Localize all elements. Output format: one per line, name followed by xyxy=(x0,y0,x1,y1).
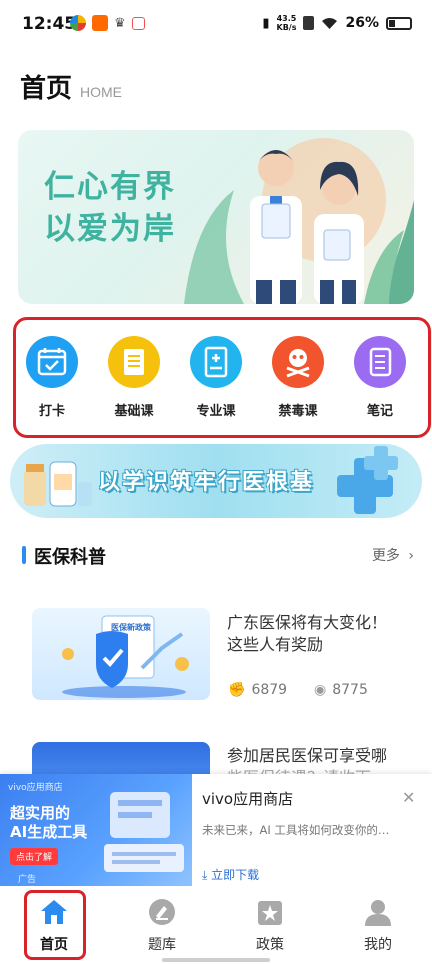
promo-banner-text: 以学识筑牢行医根基 xyxy=(98,470,315,495)
more-link[interactable]: 更多 › xyxy=(372,545,414,565)
page-subtitle: HOME xyxy=(80,84,122,100)
document-plus-icon xyxy=(190,336,242,388)
sim-off-icon xyxy=(303,16,315,30)
like-icon: ✊ xyxy=(228,682,246,698)
ad-headline-line2: AI生成工具 xyxy=(10,823,88,841)
book-icon xyxy=(108,336,160,388)
ad-headline: 超实用的 AI生成工具 xyxy=(10,804,87,842)
quick-action-label: 笔记 xyxy=(366,404,393,419)
ad-cta-chip: 点击了解 xyxy=(10,848,59,865)
ad-brand: vivo应用商店 xyxy=(8,783,63,793)
ad-headline-line1: 超实用的 xyxy=(10,804,71,822)
network-speed-value: 43.5 xyxy=(276,14,297,23)
battery-percent: 26% xyxy=(345,15,379,31)
skull-crossbones-icon xyxy=(272,336,324,388)
ad-image: vivo应用商店 超实用的 AI生成工具 点击了解 广告 xyxy=(0,774,192,886)
quick-action-basic-course[interactable]: 基础课 xyxy=(96,336,172,419)
ai-tools-illustration xyxy=(104,792,184,872)
person-icon xyxy=(365,900,391,926)
network-speed: 43.5 KB/s xyxy=(277,14,297,32)
calendar-check-icon xyxy=(26,336,78,388)
policy-star-icon xyxy=(258,901,282,925)
quick-action-professional-course[interactable]: 专业课 xyxy=(178,336,254,419)
section-header: 医保科普 更多 › xyxy=(22,543,418,568)
quick-action-notes[interactable]: 笔记 xyxy=(342,336,418,419)
likes-stat: ✊ 6879 xyxy=(228,682,287,698)
notebook-icon xyxy=(354,336,406,388)
quick-action-anti-drug-course[interactable]: 禁毒课 xyxy=(260,336,336,419)
likes-count: 6879 xyxy=(251,682,288,698)
status-time: 12:45 xyxy=(22,14,77,34)
views-stat: ◉ 8775 xyxy=(314,682,368,698)
close-icon[interactable]: ✕ xyxy=(402,788,415,807)
vibrate-icon: ▮ xyxy=(262,15,270,31)
ad-title: vivo应用商店 xyxy=(202,790,294,808)
hero-slogan-line2: 以爱为岸 xyxy=(44,211,176,247)
medical-cross-illustration xyxy=(337,446,398,514)
section-title: 医保科普 xyxy=(34,547,106,568)
hero-slogan-line1: 仁心有界 xyxy=(44,169,176,205)
tab-question-bank[interactable]: 题库 xyxy=(132,898,192,954)
quick-action-label: 专业课 xyxy=(196,404,236,419)
ad-tag: 广告 xyxy=(18,875,37,885)
more-label: 更多 xyxy=(371,548,400,564)
chevron-right-icon: › xyxy=(408,548,414,564)
article-title-line2: 这些人有奖励 xyxy=(227,635,324,654)
home-tab-highlight xyxy=(24,890,86,960)
quick-action-checkin[interactable]: 打卡 xyxy=(14,336,90,419)
article-title: 广东医保将有大变化！ 这些人有奖励 xyxy=(227,612,387,656)
eye-icon: ◉ xyxy=(314,682,327,698)
app-notification-icon xyxy=(92,15,108,31)
network-speed-unit: KB/s xyxy=(276,23,297,32)
tab-label: 我的 xyxy=(364,937,392,953)
download-label: 立即下载 xyxy=(211,868,260,882)
app-notification-icon xyxy=(131,16,145,30)
article-thumbnail-label: 医保新政策 xyxy=(111,623,151,632)
battery-icon xyxy=(386,16,412,30)
app-notification-icon xyxy=(70,15,86,31)
quick-action-label: 禁毒课 xyxy=(278,404,318,419)
ad-description: 未来已来，AI 工具将如何改变你的… xyxy=(202,823,390,837)
doctors-illustration xyxy=(184,138,414,304)
status-bar: 12:45 ♛ ▮ 43.5 KB/s 26% xyxy=(0,0,432,50)
ad-card[interactable]: vivo应用商店 超实用的 AI生成工具 点击了解 广告 vivo应用商店 ✕ … xyxy=(0,774,432,886)
wifi-icon xyxy=(322,17,338,29)
download-button[interactable]: ⤓ 立即下载 xyxy=(202,866,259,883)
notification-icons: ♛ xyxy=(70,15,145,31)
question-bank-icon xyxy=(149,899,175,925)
article-thumbnail: 医保新政策 xyxy=(32,608,210,700)
quick-action-label: 打卡 xyxy=(38,404,65,419)
section-accent-bar xyxy=(22,546,26,564)
article-title-line1: 广东医保将有大变化！ xyxy=(227,613,388,632)
tab-label: 题库 xyxy=(148,937,176,953)
tab-label: 政策 xyxy=(256,937,284,953)
views-count: 8775 xyxy=(332,682,368,698)
tab-policy[interactable]: 政策 xyxy=(240,898,300,954)
tab-profile[interactable]: 我的 xyxy=(348,898,408,954)
quick-action-label: 基础课 xyxy=(114,404,154,419)
hero-banner[interactable]: 仁心有界 以爱为岸 xyxy=(18,130,414,304)
page-title: 首页 xyxy=(20,74,73,104)
medicine-bottles-illustration xyxy=(24,461,92,507)
home-indicator[interactable] xyxy=(162,958,270,962)
article-title-line1: 参加居民医保可享受哪 xyxy=(227,746,388,765)
promo-banner[interactable]: 以学识筑牢行医根基 xyxy=(10,444,422,518)
hero-slogan: 仁心有界 以爱为岸 xyxy=(44,166,176,250)
download-icon: ⤓ xyxy=(202,868,208,882)
crown-icon: ♛ xyxy=(114,15,126,31)
